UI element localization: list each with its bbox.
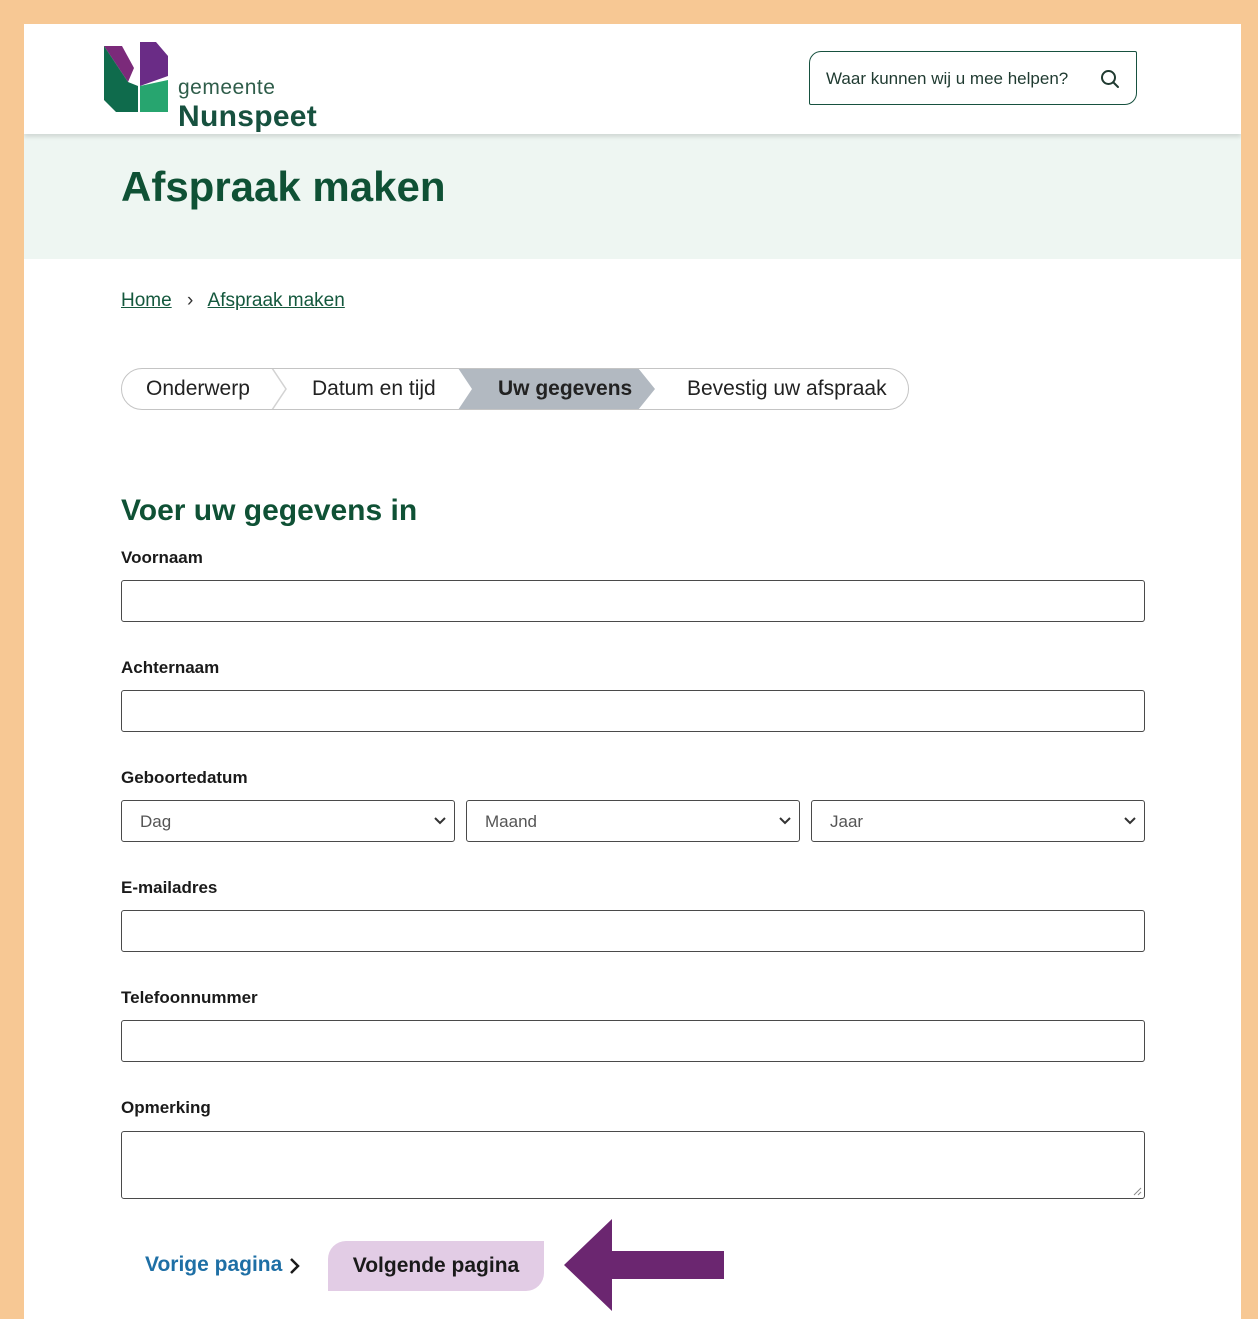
step-divider-icon bbox=[271, 369, 287, 409]
search-input[interactable]: Waar kunnen wij u mee helpen? bbox=[809, 51, 1137, 105]
progress-steps: Onderwerp Datum en tijd Uw gegevens Beve… bbox=[121, 368, 909, 410]
last-name-label: Achternaam bbox=[121, 658, 220, 677]
email-label: E-mailadres bbox=[121, 878, 218, 897]
logo-title: Nunspeet bbox=[178, 100, 318, 133]
breadcrumb-home-link[interactable]: Home bbox=[121, 290, 172, 311]
step-datum-en-tijd: Datum en tijd bbox=[312, 377, 436, 400]
month-select-value: Maand bbox=[485, 812, 537, 831]
next-page-button[interactable]: Volgende pagina bbox=[328, 1241, 544, 1291]
breadcrumb-separator: › bbox=[186, 290, 194, 311]
year-select-value: Jaar bbox=[830, 812, 864, 831]
first-name-field[interactable] bbox=[121, 580, 1145, 622]
chevron-down-icon bbox=[779, 817, 791, 825]
step-onderwerp: Onderwerp bbox=[146, 377, 250, 400]
email-field[interactable] bbox=[121, 910, 1145, 952]
month-select[interactable]: Maand bbox=[466, 800, 800, 842]
logo-subtitle: gemeente bbox=[178, 76, 276, 99]
day-select-value: Dag bbox=[140, 812, 172, 831]
next-page-label: Volgende pagina bbox=[352, 1254, 520, 1277]
first-name-label: Voornaam bbox=[121, 548, 203, 567]
chevron-down-icon bbox=[434, 817, 446, 825]
logo-mark-icon bbox=[104, 42, 168, 112]
year-select[interactable]: Jaar bbox=[811, 800, 1145, 842]
phone-label: Telefoonnummer bbox=[121, 988, 258, 1007]
last-name-field[interactable] bbox=[121, 690, 1145, 732]
birthdate-label: Geboortedatum bbox=[121, 768, 248, 787]
day-select[interactable]: Dag bbox=[121, 800, 455, 842]
page-title: Afspraak maken bbox=[121, 163, 446, 210]
breadcrumb-current-link[interactable]: Afspraak maken bbox=[208, 290, 345, 311]
municipality-logo[interactable]: gemeente Nunspeet bbox=[104, 42, 344, 133]
form-heading: Voer uw gegevens in bbox=[121, 494, 418, 527]
page-hero: Afspraak maken bbox=[24, 134, 1241, 259]
search-placeholder: Waar kunnen wij u mee helpen? bbox=[826, 69, 1069, 88]
chevron-right-icon bbox=[290, 1258, 300, 1274]
step-bevestig: Bevestig uw afspraak bbox=[687, 377, 887, 400]
previous-page-link[interactable]: Vorige pagina bbox=[145, 1253, 282, 1277]
page-frame: gemeente Nunspeet Waar kunnen wij u mee … bbox=[24, 24, 1241, 1319]
phone-field[interactable] bbox=[121, 1020, 1145, 1062]
step-uw-gegevens: Uw gegevens bbox=[498, 377, 633, 400]
breadcrumb: Home › Afspraak maken bbox=[121, 290, 345, 312]
site-header: gemeente Nunspeet Waar kunnen wij u mee … bbox=[24, 24, 1241, 134]
annotation-arrow-icon bbox=[564, 1219, 724, 1311]
search-icon[interactable] bbox=[1100, 69, 1120, 89]
resize-grip-icon[interactable] bbox=[1133, 1187, 1142, 1196]
chevron-down-icon bbox=[1124, 817, 1136, 825]
remark-textarea[interactable] bbox=[121, 1131, 1145, 1199]
remark-label: Opmerking bbox=[121, 1098, 211, 1117]
